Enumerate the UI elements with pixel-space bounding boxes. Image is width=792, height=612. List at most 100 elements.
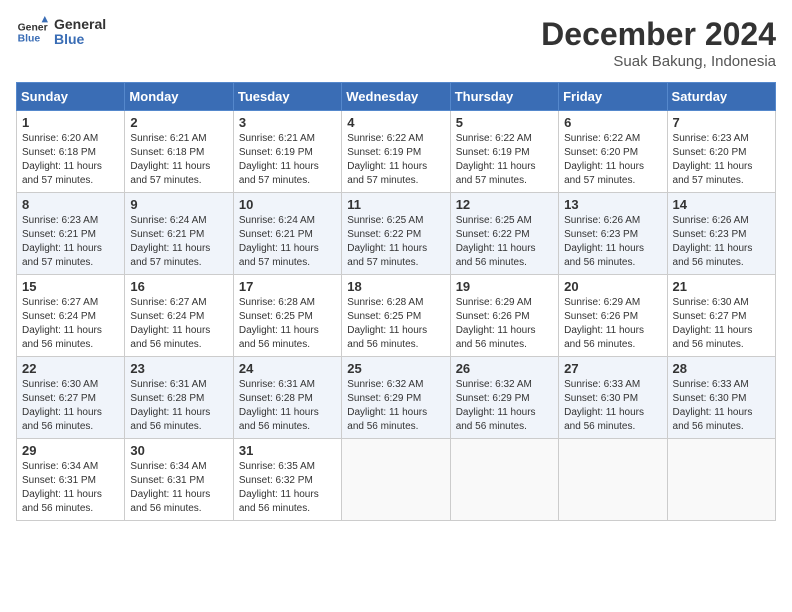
calendar-cell: 3 Sunrise: 6:21 AM Sunset: 6:19 PM Dayli… [233,111,341,193]
day-number: 6 [564,115,661,130]
calendar-cell: 30 Sunrise: 6:34 AM Sunset: 6:31 PM Dayl… [125,439,233,521]
day-info: Sunrise: 6:34 AM Sunset: 6:31 PM Dayligh… [22,460,119,516]
day-number: 3 [239,115,336,130]
day-number: 7 [673,115,770,130]
logo-general: General [54,17,106,32]
day-info: Sunrise: 6:24 AM Sunset: 6:21 PM Dayligh… [239,214,336,270]
weekday-header: Sunday [17,83,125,111]
day-number: 28 [673,361,770,376]
day-info: Sunrise: 6:26 AM Sunset: 6:23 PM Dayligh… [564,214,661,270]
day-number: 11 [347,197,444,212]
day-info: Sunrise: 6:33 AM Sunset: 6:30 PM Dayligh… [673,378,770,434]
day-info: Sunrise: 6:33 AM Sunset: 6:30 PM Dayligh… [564,378,661,434]
day-info: Sunrise: 6:27 AM Sunset: 6:24 PM Dayligh… [130,296,227,352]
weekday-header: Monday [125,83,233,111]
day-info: Sunrise: 6:28 AM Sunset: 6:25 PM Dayligh… [239,296,336,352]
day-number: 31 [239,443,336,458]
day-info: Sunrise: 6:29 AM Sunset: 6:26 PM Dayligh… [456,296,553,352]
calendar-cell: 15 Sunrise: 6:27 AM Sunset: 6:24 PM Dayl… [17,275,125,357]
page-header: General Blue General Blue December 2024 … [16,16,776,70]
calendar-cell: 28 Sunrise: 6:33 AM Sunset: 6:30 PM Dayl… [667,357,775,439]
day-number: 5 [456,115,553,130]
calendar-cell: 1 Sunrise: 6:20 AM Sunset: 6:18 PM Dayli… [17,111,125,193]
day-info: Sunrise: 6:22 AM Sunset: 6:19 PM Dayligh… [456,132,553,188]
day-number: 30 [130,443,227,458]
logo-blue: Blue [54,32,106,47]
calendar-cell: 14 Sunrise: 6:26 AM Sunset: 6:23 PM Dayl… [667,193,775,275]
calendar-cell: 2 Sunrise: 6:21 AM Sunset: 6:18 PM Dayli… [125,111,233,193]
day-info: Sunrise: 6:30 AM Sunset: 6:27 PM Dayligh… [673,296,770,352]
day-number: 29 [22,443,119,458]
calendar-cell: 19 Sunrise: 6:29 AM Sunset: 6:26 PM Dayl… [450,275,558,357]
day-info: Sunrise: 6:31 AM Sunset: 6:28 PM Dayligh… [239,378,336,434]
day-info: Sunrise: 6:32 AM Sunset: 6:29 PM Dayligh… [456,378,553,434]
day-info: Sunrise: 6:29 AM Sunset: 6:26 PM Dayligh… [564,296,661,352]
day-number: 25 [347,361,444,376]
day-info: Sunrise: 6:25 AM Sunset: 6:22 PM Dayligh… [347,214,444,270]
calendar-cell: 31 Sunrise: 6:35 AM Sunset: 6:32 PM Dayl… [233,439,341,521]
day-info: Sunrise: 6:31 AM Sunset: 6:28 PM Dayligh… [130,378,227,434]
day-number: 14 [673,197,770,212]
calendar-cell: 9 Sunrise: 6:24 AM Sunset: 6:21 PM Dayli… [125,193,233,275]
day-number: 16 [130,279,227,294]
day-number: 4 [347,115,444,130]
day-number: 10 [239,197,336,212]
day-number: 23 [130,361,227,376]
weekday-header: Thursday [450,83,558,111]
calendar-cell: 25 Sunrise: 6:32 AM Sunset: 6:29 PM Dayl… [342,357,450,439]
calendar-cell: 26 Sunrise: 6:32 AM Sunset: 6:29 PM Dayl… [450,357,558,439]
day-number: 27 [564,361,661,376]
day-number: 13 [564,197,661,212]
day-info: Sunrise: 6:21 AM Sunset: 6:18 PM Dayligh… [130,132,227,188]
calendar-week-row: 15 Sunrise: 6:27 AM Sunset: 6:24 PM Dayl… [17,275,776,357]
calendar-cell: 18 Sunrise: 6:28 AM Sunset: 6:25 PM Dayl… [342,275,450,357]
calendar-cell: 7 Sunrise: 6:23 AM Sunset: 6:20 PM Dayli… [667,111,775,193]
calendar-week-row: 1 Sunrise: 6:20 AM Sunset: 6:18 PM Dayli… [17,111,776,193]
calendar-table: SundayMondayTuesdayWednesdayThursdayFrid… [16,82,776,521]
calendar-week-row: 29 Sunrise: 6:34 AM Sunset: 6:31 PM Dayl… [17,439,776,521]
calendar-cell: 17 Sunrise: 6:28 AM Sunset: 6:25 PM Dayl… [233,275,341,357]
day-number: 9 [130,197,227,212]
calendar-cell: 21 Sunrise: 6:30 AM Sunset: 6:27 PM Dayl… [667,275,775,357]
day-info: Sunrise: 6:22 AM Sunset: 6:19 PM Dayligh… [347,132,444,188]
logo: General Blue General Blue [16,16,106,48]
day-number: 26 [456,361,553,376]
calendar-cell: 27 Sunrise: 6:33 AM Sunset: 6:30 PM Dayl… [559,357,667,439]
calendar-cell: 22 Sunrise: 6:30 AM Sunset: 6:27 PM Dayl… [17,357,125,439]
month-title: December 2024 [541,16,776,53]
day-info: Sunrise: 6:22 AM Sunset: 6:20 PM Dayligh… [564,132,661,188]
day-info: Sunrise: 6:23 AM Sunset: 6:21 PM Dayligh… [22,214,119,270]
calendar-cell: 11 Sunrise: 6:25 AM Sunset: 6:22 PM Dayl… [342,193,450,275]
day-number: 18 [347,279,444,294]
day-info: Sunrise: 6:35 AM Sunset: 6:32 PM Dayligh… [239,460,336,516]
day-info: Sunrise: 6:20 AM Sunset: 6:18 PM Dayligh… [22,132,119,188]
day-info: Sunrise: 6:24 AM Sunset: 6:21 PM Dayligh… [130,214,227,270]
calendar-cell [342,439,450,521]
day-number: 2 [130,115,227,130]
svg-text:General: General [18,22,48,33]
calendar-header-row: SundayMondayTuesdayWednesdayThursdayFrid… [17,83,776,111]
location: Suak Bakung, Indonesia [541,53,776,70]
day-info: Sunrise: 6:32 AM Sunset: 6:29 PM Dayligh… [347,378,444,434]
day-info: Sunrise: 6:23 AM Sunset: 6:20 PM Dayligh… [673,132,770,188]
calendar-cell: 13 Sunrise: 6:26 AM Sunset: 6:23 PM Dayl… [559,193,667,275]
weekday-header: Friday [559,83,667,111]
day-number: 17 [239,279,336,294]
calendar-cell: 4 Sunrise: 6:22 AM Sunset: 6:19 PM Dayli… [342,111,450,193]
calendar-cell: 10 Sunrise: 6:24 AM Sunset: 6:21 PM Dayl… [233,193,341,275]
day-info: Sunrise: 6:26 AM Sunset: 6:23 PM Dayligh… [673,214,770,270]
weekday-header: Tuesday [233,83,341,111]
day-info: Sunrise: 6:30 AM Sunset: 6:27 PM Dayligh… [22,378,119,434]
logo-icon: General Blue [16,16,48,48]
title-section: December 2024 Suak Bakung, Indonesia [541,16,776,70]
day-number: 12 [456,197,553,212]
day-info: Sunrise: 6:28 AM Sunset: 6:25 PM Dayligh… [347,296,444,352]
calendar-cell: 24 Sunrise: 6:31 AM Sunset: 6:28 PM Dayl… [233,357,341,439]
svg-text:Blue: Blue [18,34,41,45]
calendar-cell: 8 Sunrise: 6:23 AM Sunset: 6:21 PM Dayli… [17,193,125,275]
day-number: 1 [22,115,119,130]
calendar-cell [450,439,558,521]
calendar-cell: 23 Sunrise: 6:31 AM Sunset: 6:28 PM Dayl… [125,357,233,439]
calendar-cell [667,439,775,521]
day-info: Sunrise: 6:34 AM Sunset: 6:31 PM Dayligh… [130,460,227,516]
